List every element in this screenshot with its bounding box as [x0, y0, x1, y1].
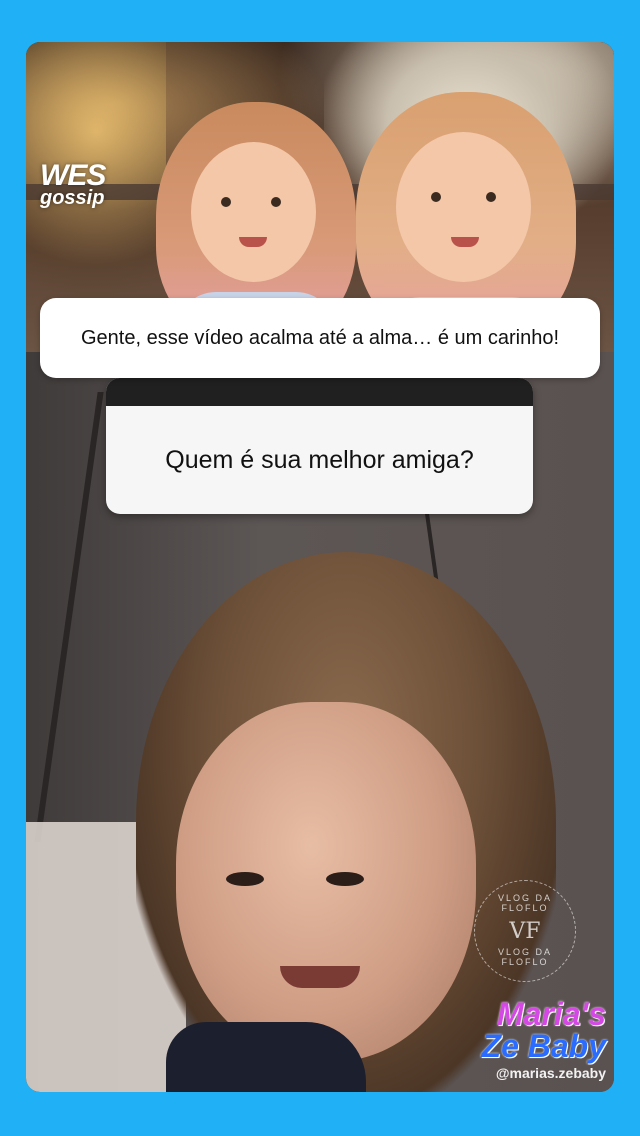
question-text: Quem é sua melhor amiga?	[165, 445, 474, 474]
vlog-watermark: VLOG DA FLOFLO VF VLOG DA FLOFLO	[474, 880, 576, 982]
brand-name-line1: Maria's	[497, 996, 606, 1032]
wes-gossip-logo: WES gossip	[40, 159, 106, 209]
question-sticker: Quem é sua melhor amiga?	[106, 378, 533, 514]
caption-bar: Gente, esse vídeo acalma até a alma… é u…	[40, 298, 600, 378]
caption-text: Gente, esse vídeo acalma até a alma… é u…	[80, 326, 560, 349]
watermark-monogram: VF	[509, 919, 541, 944]
brand-logo: Maria's Ze Baby @marias.zebaby	[446, 998, 606, 1080]
watermark-arc-top: VLOG DA FLOFLO	[497, 893, 552, 913]
brand-handle: @marias.zebaby	[495, 1065, 606, 1081]
story-frame: WES gossip Quem é sua melhor amiga? VLOG…	[26, 42, 614, 1092]
logo-line1: WES	[40, 159, 106, 192]
brand-name-line2: Ze Baby	[481, 1028, 606, 1064]
logo-line2: gossip	[40, 187, 105, 209]
question-sticker-header	[106, 378, 533, 406]
watermark-arc-bottom: VLOG DA FLOFLO	[497, 947, 552, 967]
